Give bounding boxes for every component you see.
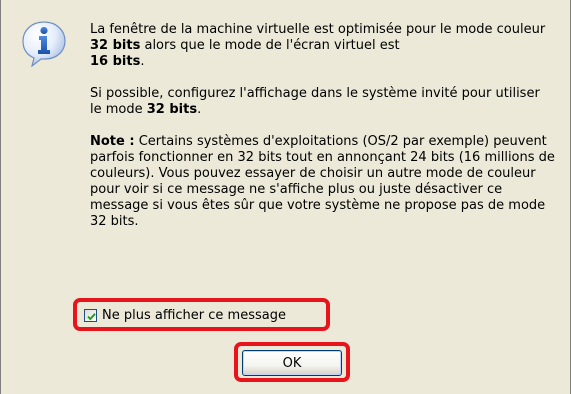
info-icon	[20, 19, 68, 68]
checkmark-icon	[87, 312, 96, 320]
message-dialog: La fenêtre de la machine virtuelle est o…	[0, 0, 571, 394]
message-paragraph-1: La fenêtre de la machine virtuelle est o…	[90, 22, 546, 69]
dont-show-again-option[interactable]: Ne plus afficher ce message	[73, 298, 330, 331]
dont-show-again-label[interactable]: Ne plus afficher ce message	[102, 308, 286, 323]
dont-show-again-checkbox[interactable]	[84, 308, 97, 322]
message-paragraph-2: Si possible, configurez l'affichage dans…	[90, 86, 540, 117]
message-text: La fenêtre de la machine virtuelle est o…	[90, 22, 555, 246]
message-paragraph-3: Note : Certains systèmes d'exploitations…	[90, 134, 555, 229]
ok-button[interactable]: OK	[242, 350, 342, 376]
ok-button-wrap: OK	[234, 342, 350, 382]
